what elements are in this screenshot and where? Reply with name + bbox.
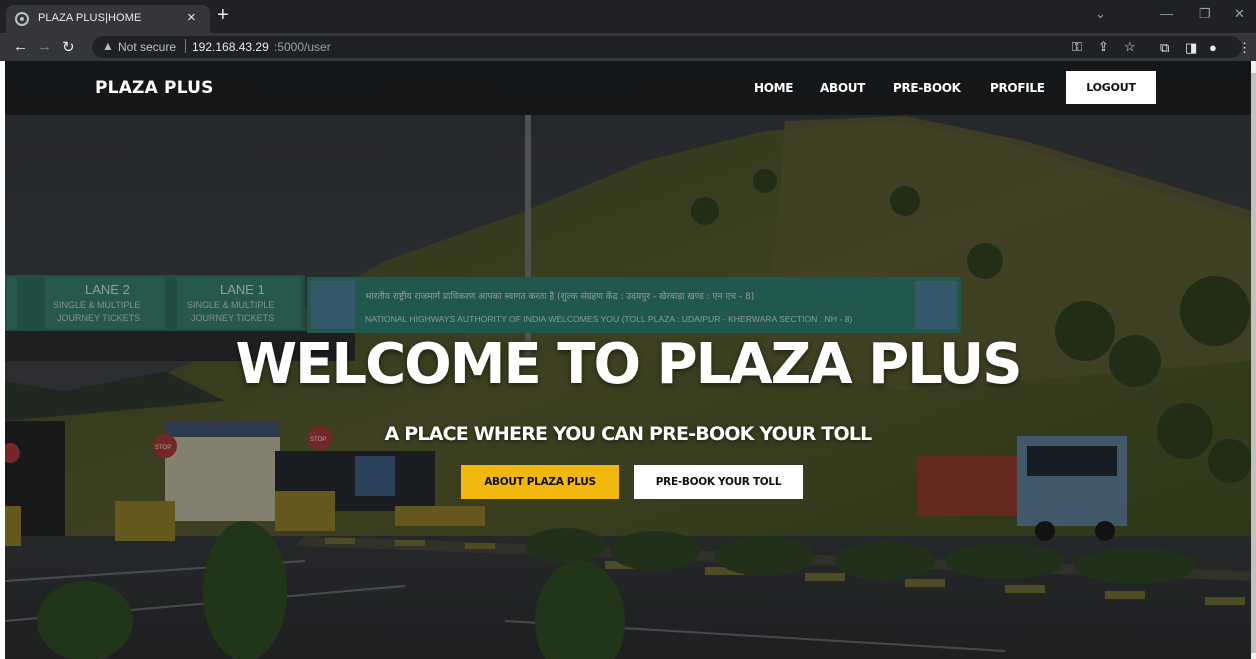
reload-icon[interactable]: ↻ — [62, 38, 75, 56]
browser-tab-bar: PLAZA PLUS|HOME × + ⌄ — ❐ ✕ — [0, 0, 1256, 33]
hero-title: WELCOME TO PLAZA PLUS — [235, 332, 1022, 397]
window-close-icon[interactable]: ✕ — [1234, 6, 1245, 22]
extensions-icon[interactable]: ⧉ — [1160, 40, 1169, 56]
scrollbar-thumb[interactable] — [1251, 73, 1256, 653]
url-omnibox[interactable]: ▲ Not secure 192.168.43.29 :5000/user ⚿ … — [92, 36, 1242, 58]
tab-title: PLAZA PLUS|HOME — [38, 12, 142, 24]
browser-tab[interactable]: PLAZA PLUS|HOME × — [6, 5, 210, 33]
nav-link-about[interactable]: ABOUT — [820, 81, 865, 95]
hero-subtitle: A PLACE WHERE YOU CAN PRE-BOOK YOUR TOLL — [384, 423, 873, 445]
back-icon[interactable]: ← — [13, 38, 28, 55]
web-page: LANE 2 LANE 1 SINGLE & MULTIPLE JOURNEY … — [5, 61, 1251, 659]
about-plaza-plus-button[interactable]: ABOUT PLAZA PLUS — [461, 465, 619, 499]
close-icon[interactable]: × — [187, 9, 196, 26]
star-icon[interactable]: ☆ — [1124, 39, 1136, 55]
prebook-toll-button[interactable]: PRE-BOOK YOUR TOLL — [634, 465, 803, 499]
profile-icon[interactable]: ● — [1209, 40, 1217, 55]
url-separator — [185, 39, 186, 53]
forward-icon[interactable]: → — [37, 38, 52, 55]
nav-link-profile[interactable]: PROFILE — [990, 81, 1045, 95]
share-icon[interactable]: ⇪ — [1098, 39, 1109, 55]
url-path[interactable]: :5000/user — [274, 40, 331, 54]
site-navbar: PLAZA PLUS HOME ABOUT PRE-BOOK PROFILE L… — [5, 61, 1251, 115]
url-host[interactable]: 192.168.43.29 — [192, 40, 269, 54]
sidepanel-icon[interactable]: ◨ — [1185, 40, 1197, 56]
plus-icon[interactable]: + — [217, 5, 229, 25]
warning-icon[interactable]: ▲ — [102, 39, 114, 53]
nav-link-prebook[interactable]: PRE-BOOK — [893, 81, 961, 95]
nav-link-home[interactable]: HOME — [754, 81, 793, 95]
logout-button[interactable]: LOGOUT — [1066, 71, 1156, 104]
chevron-down-icon[interactable]: ⌄ — [1095, 6, 1106, 22]
key-icon[interactable]: ⚿ — [1072, 39, 1082, 55]
page-scrollbar[interactable] — [1251, 61, 1256, 659]
restore-icon[interactable]: ❐ — [1199, 6, 1211, 22]
minimize-icon[interactable]: — — [1160, 6, 1173, 21]
browser-address-bar: ← → ↻ ▲ Not secure 192.168.43.29 :5000/u… — [0, 33, 1256, 61]
globe-icon — [15, 12, 29, 26]
not-secure-label[interactable]: Not secure — [118, 40, 176, 54]
brand-logo[interactable]: PLAZA PLUS — [95, 78, 214, 98]
menu-icon[interactable]: ⋮ — [1238, 40, 1251, 56]
